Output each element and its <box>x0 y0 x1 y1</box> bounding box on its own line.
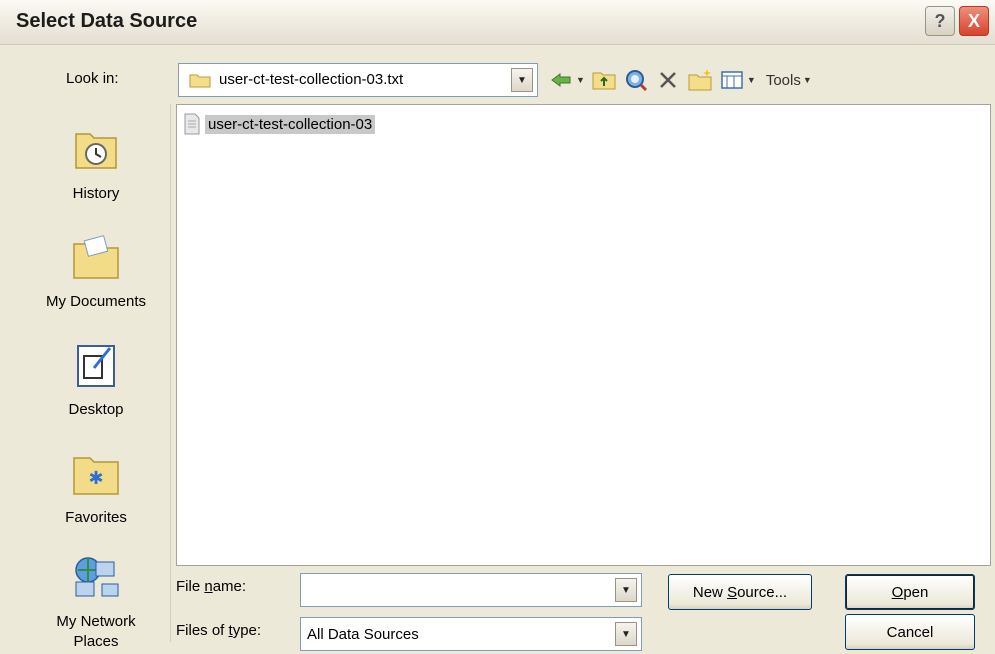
back-dropdown-icon[interactable]: ▼ <box>576 75 585 85</box>
list-item[interactable]: user-ct-test-collection-03 <box>183 113 376 135</box>
file-list[interactable]: user-ct-test-collection-03 <box>176 104 991 566</box>
tools-dropdown-icon: ▼ <box>802 75 812 85</box>
delete-icon <box>660 72 676 88</box>
lookin-label: Look in: <box>66 70 119 87</box>
new-source-button[interactable]: New Source... <box>668 574 812 610</box>
new-folder-icon <box>688 69 712 91</box>
svg-text:✱: ✱ <box>88 468 103 489</box>
views-dropdown-icon[interactable]: ▼ <box>747 75 756 85</box>
place-desktop[interactable]: Desktop <box>22 340 170 420</box>
search-web-button[interactable] <box>623 65 649 95</box>
place-favorites-label: Favorites <box>65 509 127 526</box>
tools-label: Tools <box>765 71 801 89</box>
lookin-dropdown[interactable]: user-ct-test-collection-03.txt ▼ <box>178 63 538 97</box>
tools-menu[interactable]: Tools ▼ <box>762 65 812 95</box>
views-button[interactable]: ▼ <box>719 65 756 95</box>
lookin-value: user-ct-test-collection-03.txt <box>219 71 404 88</box>
place-network[interactable]: My Network Places <box>22 552 170 652</box>
place-my-documents[interactable]: My Documents <box>22 232 170 312</box>
my-documents-icon <box>73 235 119 279</box>
up-one-level-button[interactable] <box>591 65 617 95</box>
back-arrow-icon <box>551 73 571 87</box>
place-history-label: History <box>72 185 120 202</box>
delete-button[interactable] <box>655 65 681 95</box>
title-bar: Select Data Source ? X <box>0 0 995 45</box>
desktop-icon <box>77 345 115 387</box>
search-web-icon <box>625 70 647 92</box>
place-network-label: My Network Places <box>56 613 136 650</box>
file-name: user-ct-test-collection-03 <box>205 114 376 134</box>
new-source-label: New Source... <box>692 583 788 601</box>
new-folder-button[interactable] <box>687 65 713 95</box>
filename-dropdown-arrow[interactable]: ▼ <box>615 578 637 602</box>
filename-label: File name: <box>176 578 247 595</box>
filename-input[interactable] <box>305 578 609 604</box>
close-button[interactable]: X <box>959 6 989 36</box>
cancel-button[interactable]: Cancel <box>845 614 975 650</box>
place-favorites[interactable]: ✱ Favorites <box>22 448 170 528</box>
back-button[interactable]: ▼ <box>548 65 585 95</box>
filetype-label: Files of type: <box>176 622 262 639</box>
views-icon <box>721 71 743 89</box>
network-places-icon <box>75 557 119 597</box>
folder-icon <box>189 74 211 88</box>
select-data-source-dialog: Select Data Source ? X Look in: user-ct-… <box>0 0 995 654</box>
place-my-documents-label: My Documents <box>45 293 147 310</box>
lookin-dropdown-arrow[interactable]: ▼ <box>511 68 533 92</box>
open-label: Open <box>891 583 929 601</box>
filetype-value: All Data Sources <box>307 626 419 643</box>
up-folder-icon <box>592 72 616 90</box>
places-bar: History My Documents Desktop ✱ Favorites <box>22 104 171 650</box>
help-button[interactable]: ? <box>925 6 955 36</box>
dialog-title: Select Data Source <box>16 10 198 32</box>
place-history[interactable]: History <box>22 124 170 204</box>
text-file-icon <box>184 113 200 135</box>
open-button[interactable]: Open <box>845 574 975 610</box>
toolbar: ▼ ▼ Tools ▼ <box>548 63 818 97</box>
place-desktop-label: Desktop <box>68 401 124 418</box>
favorites-icon: ✱ <box>73 457 119 495</box>
filetype-select[interactable]: All Data Sources ▼ <box>300 617 642 651</box>
filename-field[interactable]: ▼ <box>300 573 642 607</box>
history-icon <box>75 133 117 169</box>
filetype-dropdown-arrow[interactable]: ▼ <box>615 622 637 646</box>
